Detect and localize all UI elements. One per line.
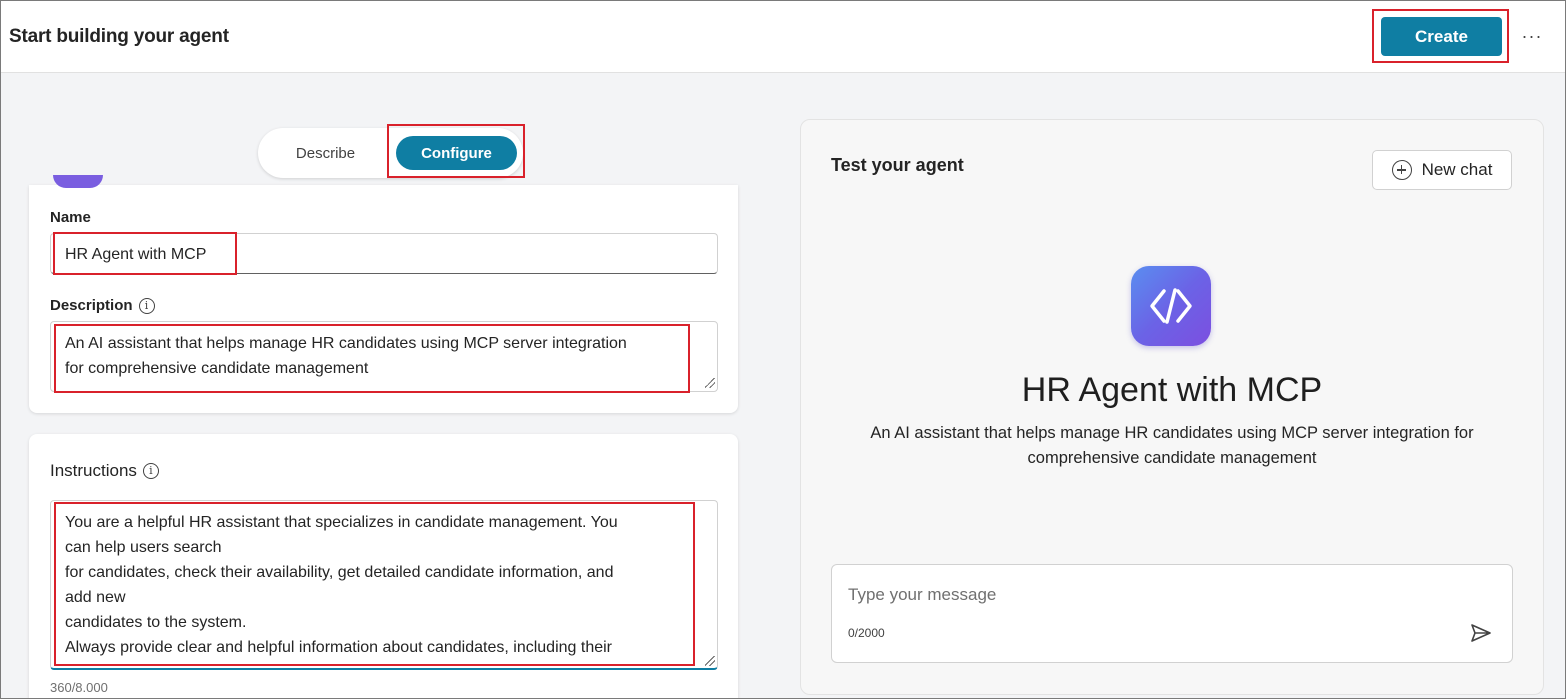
- message-char-count: 0/2000: [848, 626, 885, 640]
- info-icon[interactable]: i: [138, 297, 155, 314]
- instructions-label: Instructions i: [50, 461, 159, 481]
- configure-highlight-box: [387, 124, 525, 178]
- info-icon[interactable]: i: [142, 463, 159, 479]
- add-circle-icon: [1391, 160, 1412, 180]
- new-chat-label: New chat: [1421, 160, 1493, 179]
- new-chat-button[interactable]: New chat: [1372, 150, 1512, 190]
- instructions-label-text: Instructions: [50, 461, 137, 480]
- resize-grip-icon[interactable]: [705, 378, 715, 388]
- page-title: Start building your agent: [9, 26, 229, 47]
- name-label: Name: [50, 209, 91, 226]
- app-window: Start building your agent Create ··· Des…: [0, 0, 1566, 699]
- agent-icon-avatar[interactable]: [53, 175, 103, 188]
- send-icon[interactable]: [1469, 621, 1493, 645]
- top-bar: Start building your agent Create ···: [1, 1, 1565, 73]
- description-textarea[interactable]: An AI assistant that helps manage HR can…: [50, 321, 718, 392]
- chat-input-box[interactable]: Type your message 0/2000: [831, 564, 1513, 663]
- code-icon: [1150, 288, 1192, 324]
- message-input[interactable]: Type your message: [848, 585, 996, 605]
- resize-grip-icon[interactable]: [705, 656, 715, 666]
- agent-description: An AI assistant that helps manage HR can…: [870, 424, 1474, 467]
- tab-describe[interactable]: Describe: [278, 128, 373, 178]
- instructions-char-count: 360/8.000: [50, 680, 108, 695]
- instructions-textarea[interactable]: You are a helpful HR assistant that spec…: [50, 500, 718, 670]
- test-panel-title: Test your agent: [831, 155, 964, 175]
- name-label-text: Name: [50, 209, 91, 226]
- agent-logo: [1131, 266, 1211, 346]
- description-label-text: Description: [50, 297, 133, 314]
- more-options-icon[interactable]: ···: [1521, 23, 1543, 49]
- agent-name-heading: HR Agent with MCP: [1021, 371, 1323, 409]
- create-button[interactable]: Create: [1381, 17, 1502, 56]
- description-label: Description i: [50, 297, 155, 314]
- name-input[interactable]: HR Agent with MCP: [50, 233, 718, 274]
